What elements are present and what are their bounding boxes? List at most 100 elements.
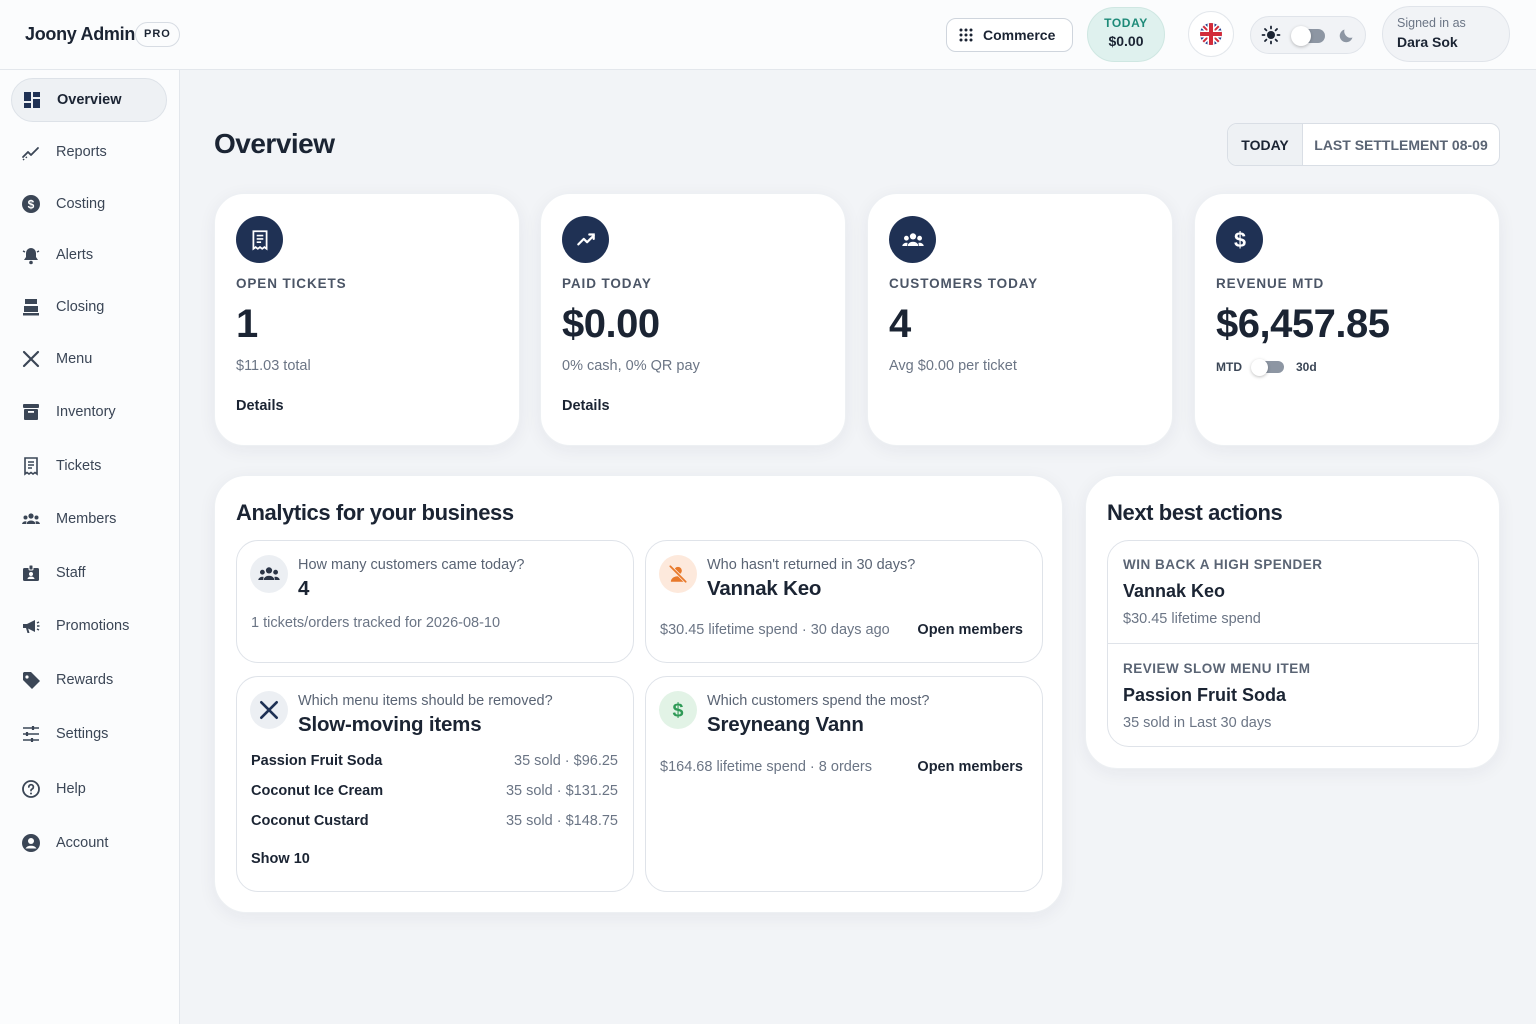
svg-text:$: $ (1233, 228, 1245, 252)
theme-switch[interactable] (1291, 26, 1325, 46)
kpi-label: REVENUE MTD (1216, 276, 1325, 291)
kpi-label: CUSTOMERS TODAY (889, 276, 1039, 291)
list-item: Coconut Custard 35 sold · $148.75 (251, 813, 618, 833)
sidebar-item-closing[interactable]: Closing (11, 285, 167, 329)
item-stat: 35 sold · $131.25 (505, 783, 618, 799)
sidebar-item-inventory[interactable]: Inventory (11, 390, 167, 434)
today-total-pill[interactable]: TODAY $0.00 (1087, 7, 1165, 62)
list-item: Coconut Ice Cream 35 sold · $131.25 (251, 783, 618, 803)
apps-grid-icon (959, 28, 973, 42)
sidebar-item-costing[interactable]: $ Costing (11, 182, 167, 226)
details-link[interactable]: Details (562, 398, 610, 414)
sidebar-item-tickets[interactable]: Tickets (11, 444, 167, 488)
dollar-icon: $ (22, 195, 40, 213)
item-name: Passion Fruit Soda (251, 753, 383, 769)
sidebar-item-settings[interactable]: Settings (11, 712, 167, 756)
list-item: Passion Fruit Soda 35 sold · $96.25 (251, 753, 618, 773)
megaphone-icon (23, 620, 40, 633)
commerce-button[interactable]: Commerce (946, 18, 1073, 52)
customers-today-card[interactable]: How many customers came today? 4 1 ticke… (236, 540, 634, 663)
sidebar-item-label: Account (56, 835, 109, 851)
tag-icon (23, 672, 40, 689)
sidebar-item-reports[interactable]: Reports (11, 130, 167, 174)
svg-text:$: $ (28, 198, 35, 212)
sidebar-item-staff[interactable]: Staff (11, 551, 167, 595)
period-switch[interactable] (1251, 358, 1284, 376)
sidebar-item-label: Inventory (56, 404, 116, 420)
page-title: Overview (214, 128, 335, 159)
app-name[interactable]: Joony Admin (25, 24, 135, 45)
action-item[interactable]: REVIEW SLOW MENU ITEM Passion Fruit Soda… (1123, 661, 1463, 731)
card-answer: Slow-moving items (298, 713, 482, 736)
card-answer: Vannak Keo (707, 577, 822, 600)
uk-flag-icon (1200, 23, 1222, 45)
today-value: $0.00 (1108, 33, 1144, 49)
dollar-icon: $ (1216, 216, 1263, 263)
open-members-link[interactable]: Open members (917, 759, 1023, 775)
help-icon (22, 780, 40, 798)
card-question: Who hasn't returned in 30 days? (707, 557, 916, 573)
account-chip[interactable]: Signed in as Dara Sok (1382, 6, 1510, 62)
theme-toggle[interactable] (1250, 16, 1366, 54)
signed-in-label: Signed in as (1397, 16, 1466, 30)
user-name: Dara Sok (1397, 34, 1458, 50)
30d-label: 30d (1296, 360, 1317, 374)
kpi-value: 1 (236, 302, 258, 346)
open-members-link[interactable]: Open members (917, 622, 1023, 638)
bell-icon (22, 248, 40, 265)
user-icon (22, 834, 40, 852)
show-more-link[interactable]: Show 10 (251, 851, 310, 867)
receipt-icon (24, 457, 38, 476)
grid-icon (24, 92, 40, 108)
kpi-revenue-mtd: $ REVENUE MTD $6,457.85 MTD 30d (1194, 193, 1500, 446)
receipt-icon (236, 216, 283, 263)
card-question: Which customers spend the most? (707, 693, 930, 709)
kpi-subtext: Avg $0.00 per ticket (889, 358, 1017, 374)
details-link[interactable]: Details (236, 398, 284, 414)
language-button[interactable] (1188, 11, 1234, 57)
slow-items-card: Which menu items should be removed? Slow… (236, 676, 634, 892)
utensils-icon (22, 350, 40, 368)
kpi-subtext: 0% cash, 0% QR pay (562, 358, 700, 374)
card-answer: 4 (298, 577, 310, 600)
kpi-customers-today: CUSTOMERS TODAY 4 Avg $0.00 per ticket (867, 193, 1173, 446)
next-actions-panel: Next best actions WIN BACK A HIGH SPENDE… (1085, 475, 1500, 769)
sliders-icon (23, 726, 39, 742)
top-bar: Joony Admin PRO Commerce TODAY $0.00 Sig… (0, 0, 1536, 70)
range-last-settlement-button[interactable]: LAST SETTLEMENT 08-09 (1303, 124, 1499, 165)
action-detail: 35 sold in Last 30 days (1123, 715, 1272, 731)
sidebar-item-promotions[interactable]: Promotions (11, 604, 167, 648)
card-question: How many customers came today? (298, 557, 525, 573)
next-actions-title: Next best actions (1107, 500, 1283, 525)
dollar-icon: $ (659, 691, 697, 729)
item-stat: 35 sold · $148.75 (505, 813, 618, 829)
kpi-subtext: $11.03 total (236, 358, 311, 374)
item-name: Coconut Custard (251, 813, 369, 829)
sidebar-item-label: Tickets (56, 458, 102, 474)
item-name: Coconut Ice Cream (251, 783, 384, 799)
action-name: Passion Fruit Soda (1123, 685, 1287, 705)
sidebar-item-rewards[interactable]: Rewards (11, 658, 167, 702)
not-returned-card[interactable]: Who hasn't returned in 30 days? Vannak K… (645, 540, 1043, 663)
sun-icon (1261, 25, 1281, 45)
sidebar-item-alerts[interactable]: Alerts (11, 233, 167, 277)
sidebar-item-label: Alerts (56, 247, 94, 263)
action-kicker: WIN BACK A HIGH SPENDER (1123, 557, 1323, 572)
next-actions-list: WIN BACK A HIGH SPENDER Vannak Keo $30.4… (1107, 540, 1479, 747)
kpi-label: OPEN TICKETS (236, 276, 347, 291)
sidebar-item-account[interactable]: Account (11, 821, 167, 865)
sidebar-item-menu[interactable]: Menu (11, 337, 167, 381)
card-meta: 1 tickets/orders tracked for 2026-08-10 (251, 615, 501, 631)
kpi-open-tickets: OPEN TICKETS 1 $11.03 total Details (214, 193, 520, 446)
top-spender-card[interactable]: $ Which customers spend the most? Sreyne… (645, 676, 1043, 892)
moon-icon (1339, 29, 1353, 43)
sidebar-item-help[interactable]: Help (11, 767, 167, 811)
sidebar-item-label: Closing (56, 299, 105, 315)
card-question: Which menu items should be removed? (298, 693, 553, 709)
trend-icon (562, 216, 609, 263)
sidebar-item-members[interactable]: Members (11, 497, 167, 541)
kpi-paid-today: PAID TODAY $0.00 0% cash, 0% QR pay Deta… (540, 193, 846, 446)
action-item[interactable]: WIN BACK A HIGH SPENDER Vannak Keo $30.4… (1123, 557, 1463, 627)
sidebar-item-overview[interactable]: Overview (11, 78, 167, 122)
range-today-button[interactable]: TODAY (1228, 124, 1303, 165)
